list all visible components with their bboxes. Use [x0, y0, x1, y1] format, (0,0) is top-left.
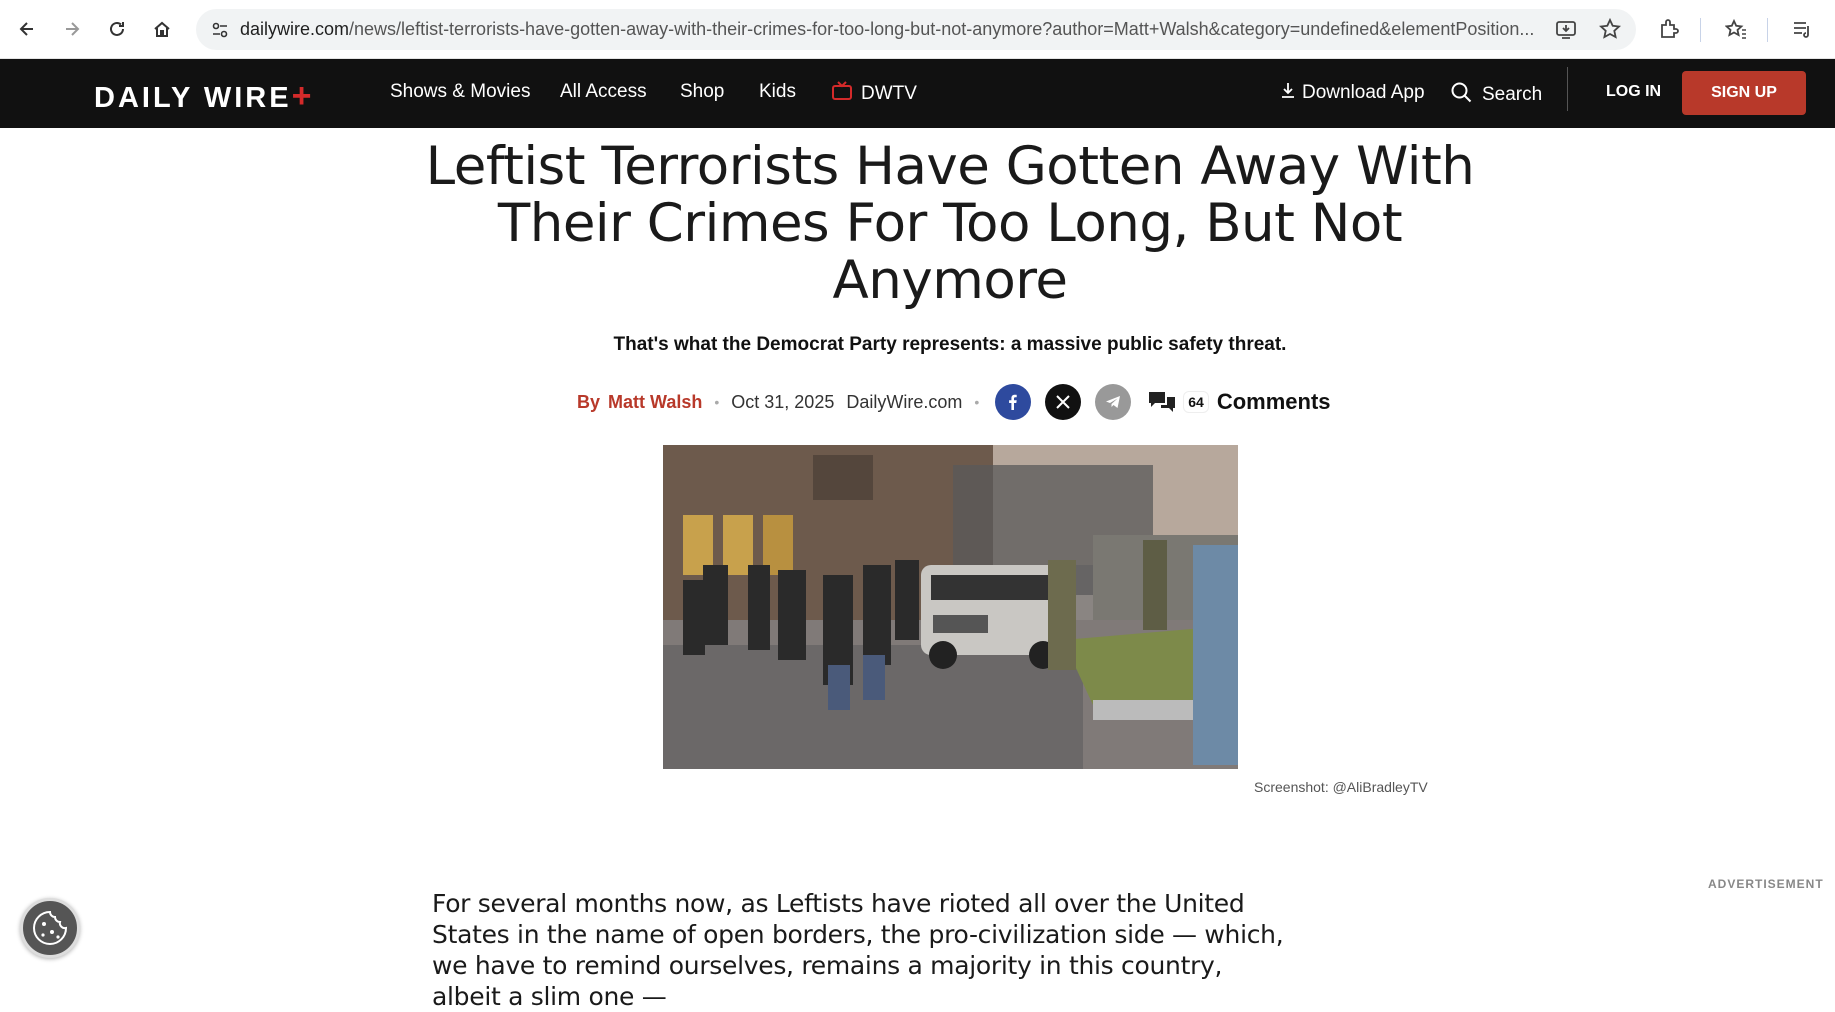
signup-button[interactable]: SIGN UP [1682, 71, 1806, 115]
article-headline: Leftist Terrorists Have Gotten Away With… [425, 136, 1475, 311]
nav-dwtv-label: DWTV [861, 83, 917, 104]
facebook-share-button[interactable] [995, 384, 1032, 420]
comment-count[interactable]: 64 [1183, 391, 1209, 413]
home-icon[interactable] [143, 10, 181, 48]
tv-icon [831, 81, 853, 107]
toolbar-divider [1767, 18, 1768, 42]
article-body-paragraph: For several months now, as Leftists have… [432, 889, 1284, 1011]
x-share-button[interactable] [1045, 384, 1082, 420]
download-app-link[interactable]: Download App [1280, 81, 1425, 105]
search-link[interactable]: Search [1450, 81, 1542, 109]
address-bar[interactable]: dailywire.com/news/leftist-terrorists-ha… [196, 9, 1636, 50]
extensions-icon[interactable] [1653, 13, 1685, 45]
protest-scene-image [663, 445, 1238, 769]
forward-icon[interactable] [53, 10, 91, 48]
search-label: Search [1482, 84, 1543, 105]
comments-icon[interactable] [1147, 388, 1177, 416]
nav-shop[interactable]: Shop [680, 81, 724, 103]
nav-dwtv[interactable]: DWTV [831, 81, 917, 107]
comments-link[interactable]: Comments [1217, 389, 1331, 415]
telegram-share-button[interactable] [1095, 384, 1132, 420]
url-path: /news/leftist-terrorists-have-gotten-awa… [349, 19, 1535, 39]
image-caption: Screenshot: @AliBradleyTV [1254, 779, 1428, 795]
install-app-icon[interactable] [1550, 13, 1582, 45]
separator-dot: • [974, 394, 980, 410]
x-icon [1056, 395, 1070, 409]
logo-text: DAILY WIRE [94, 82, 292, 114]
back-icon[interactable] [8, 10, 46, 48]
site-settings-icon[interactable] [200, 9, 240, 50]
download-app-label: Download App [1302, 82, 1425, 103]
browser-toolbar: dailywire.com/news/leftist-terrorists-ha… [0, 0, 1835, 59]
reload-icon[interactable] [98, 10, 136, 48]
article-source: DailyWire.com [846, 391, 963, 412]
facebook-icon [1009, 394, 1017, 410]
header-divider [1567, 67, 1568, 111]
author-link[interactable]: Matt Walsh [608, 392, 702, 413]
by-label: By [577, 391, 601, 412]
search-icon [1450, 81, 1472, 109]
site-header: DAILY WIRE+ Shows & Movies All Access Sh… [0, 59, 1835, 128]
login-button[interactable]: LOG IN [1606, 83, 1661, 101]
download-icon [1280, 81, 1296, 105]
nav-kids[interactable]: Kids [759, 81, 796, 103]
cookie-settings-button[interactable] [20, 898, 80, 958]
reading-list-icon[interactable] [1786, 13, 1818, 45]
toolbar-divider [1700, 18, 1701, 42]
bookmarks-icon[interactable] [1720, 13, 1752, 45]
article-hero-image [663, 445, 1238, 769]
url-host: dailywire.com [240, 19, 350, 39]
daily-wire-logo[interactable]: DAILY WIRE+ [94, 77, 314, 116]
nav-shows-movies[interactable]: Shows & Movies [390, 81, 530, 103]
separator-dot: • [714, 394, 720, 410]
cookie-icon [33, 910, 68, 945]
article-subhead: That's what the Democrat Party represent… [613, 334, 1287, 355]
advertisement-label: ADVERTISEMENT [1708, 877, 1824, 891]
logo-plus: + [291, 77, 315, 115]
telegram-icon [1106, 396, 1121, 408]
url-text: dailywire.com/news/leftist-terrorists-ha… [240, 19, 1580, 40]
byline: By Matt Walsh • Oct 31, 2025 DailyWire.c… [577, 384, 1331, 420]
nav-all-access[interactable]: All Access [560, 81, 647, 103]
publish-date: Oct 31, 2025 [731, 391, 835, 412]
bookmark-star-icon[interactable] [1594, 13, 1626, 45]
